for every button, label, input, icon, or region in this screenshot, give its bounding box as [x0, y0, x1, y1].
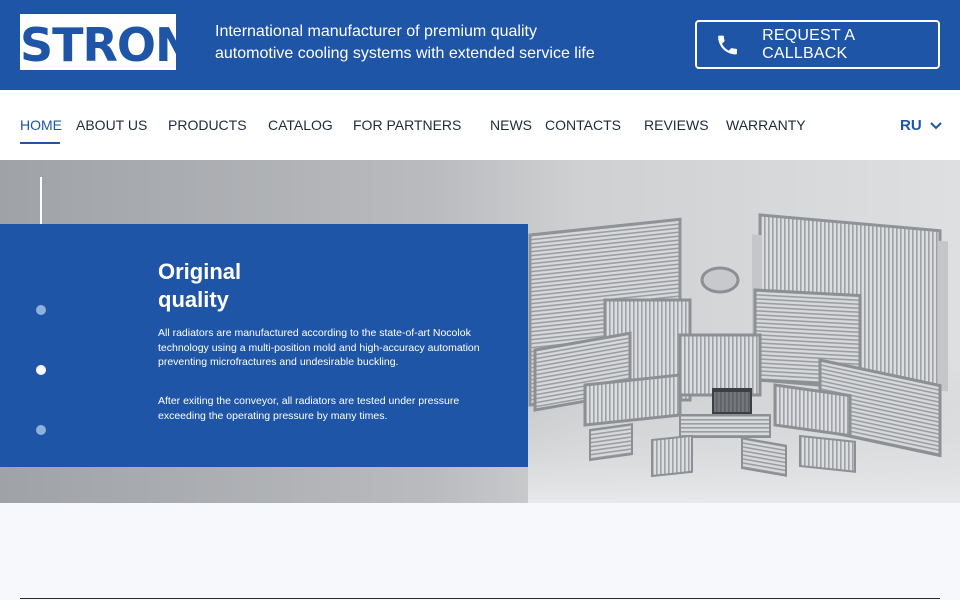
- top-header: STRON International manufacturer of prem…: [0, 0, 960, 90]
- hero-paragraph-1: All radiators are manufactured according…: [158, 327, 480, 368]
- hero-paragraph-2: After exiting the conveyor, all radiator…: [158, 395, 460, 422]
- nav-item-products[interactable]: PRODUCTS: [168, 117, 247, 133]
- stron-logo[interactable]: STRON: [20, 14, 194, 72]
- nav-item-reviews[interactable]: REVIEWS: [644, 117, 709, 133]
- hero-slider: Original quality All radiators are manuf…: [0, 160, 960, 503]
- nav-item-about-us[interactable]: ABOUT US: [76, 117, 147, 133]
- logo-text: STRON: [20, 18, 194, 72]
- slide-dot-3[interactable]: [36, 425, 46, 435]
- hero-title-line-2: quality: [158, 287, 229, 312]
- language-code: RU: [900, 117, 922, 134]
- callback-label: REQUEST A CALLBACK: [762, 26, 855, 62]
- nav-item-news[interactable]: NEWS: [490, 117, 532, 133]
- phone-icon: [718, 35, 737, 54]
- slide-dot-2[interactable]: [36, 365, 46, 375]
- chevron-down-icon: [929, 121, 942, 129]
- section-divider: [20, 598, 940, 599]
- nav-item-for-partners[interactable]: FOR PARTNERS: [353, 117, 461, 133]
- hero-title-line-1: Original: [158, 259, 242, 284]
- active-nav-underline: [20, 142, 60, 144]
- hero-info-panel: Original quality All radiators are manuf…: [0, 224, 528, 467]
- nav-item-warranty[interactable]: WARRANTY: [726, 117, 806, 133]
- nav-item-home[interactable]: HOME: [20, 117, 62, 133]
- tagline-line-2: automotive cooling systems with extended…: [215, 45, 595, 62]
- tagline-line-1: International manufacturer of premium qu…: [215, 23, 537, 40]
- request-callback-button[interactable]: REQUEST A CALLBACK: [695, 20, 940, 69]
- slide-dot-1[interactable]: [36, 305, 46, 315]
- nav-item-contacts[interactable]: CONTACTS: [545, 117, 621, 133]
- language-selector[interactable]: RU: [900, 117, 942, 134]
- hero-title: Original quality: [158, 258, 308, 314]
- company-tagline: International manufacturer of premium qu…: [215, 21, 635, 65]
- nav-item-catalog[interactable]: CATALOG: [268, 117, 333, 133]
